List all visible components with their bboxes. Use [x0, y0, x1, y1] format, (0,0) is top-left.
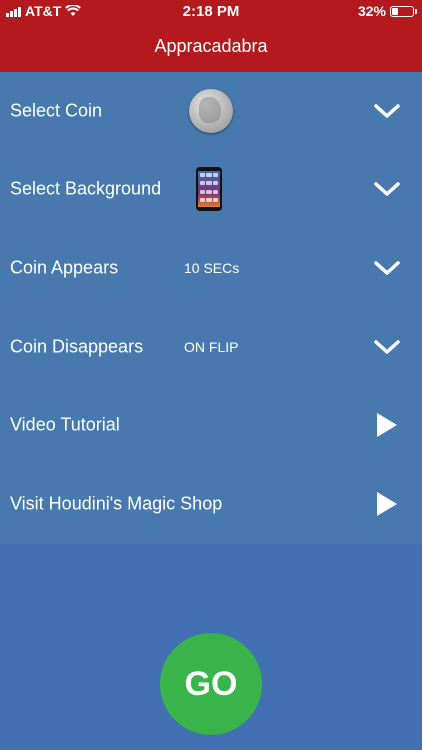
video-tutorial-row[interactable]: Video Tutorial	[0, 386, 422, 464]
status-bar: AT&T 2:18 PM 32%	[0, 0, 422, 24]
battery-icon	[390, 5, 417, 17]
chevron-down-icon[interactable]	[374, 104, 400, 118]
settings-menu: Select Coin Select Background Coin Appea…	[0, 72, 422, 544]
coin-appears-value: 10 SECs	[184, 260, 240, 276]
chevron-down-icon[interactable]	[374, 261, 400, 275]
app-header: AT&T 2:18 PM 32% Appracadabra	[0, 0, 422, 72]
chevron-down-icon[interactable]	[374, 182, 400, 196]
row-label: Coin Appears	[10, 257, 119, 278]
select-coin-row[interactable]: Select Coin	[0, 72, 422, 150]
phone-background-icon	[196, 167, 222, 211]
row-label: Coin Disappears	[10, 336, 144, 357]
row-label: Select Coin	[10, 100, 103, 121]
row-label: Visit Houdini's Magic Shop	[10, 493, 223, 514]
go-button[interactable]: GO	[160, 633, 262, 735]
coin-appears-row[interactable]: Coin Appears 10 SECs	[0, 229, 422, 307]
row-label: Video Tutorial	[10, 414, 120, 435]
battery-status: 32%	[357, 3, 417, 19]
play-icon[interactable]	[376, 412, 398, 438]
chevron-down-icon[interactable]	[374, 340, 400, 354]
magic-shop-row[interactable]: Visit Houdini's Magic Shop	[0, 465, 422, 543]
play-icon[interactable]	[376, 491, 398, 517]
coin-disappears-row[interactable]: Coin Disappears ON FLIP	[0, 308, 422, 386]
quarter-coin-icon	[189, 89, 233, 133]
row-label: Select Background	[10, 178, 162, 199]
page-title: Appracadabra	[154, 36, 268, 56]
select-background-row[interactable]: Select Background	[0, 150, 422, 228]
battery-percent: 32%	[357, 3, 386, 19]
coin-disappears-value: ON FLIP	[184, 339, 239, 355]
